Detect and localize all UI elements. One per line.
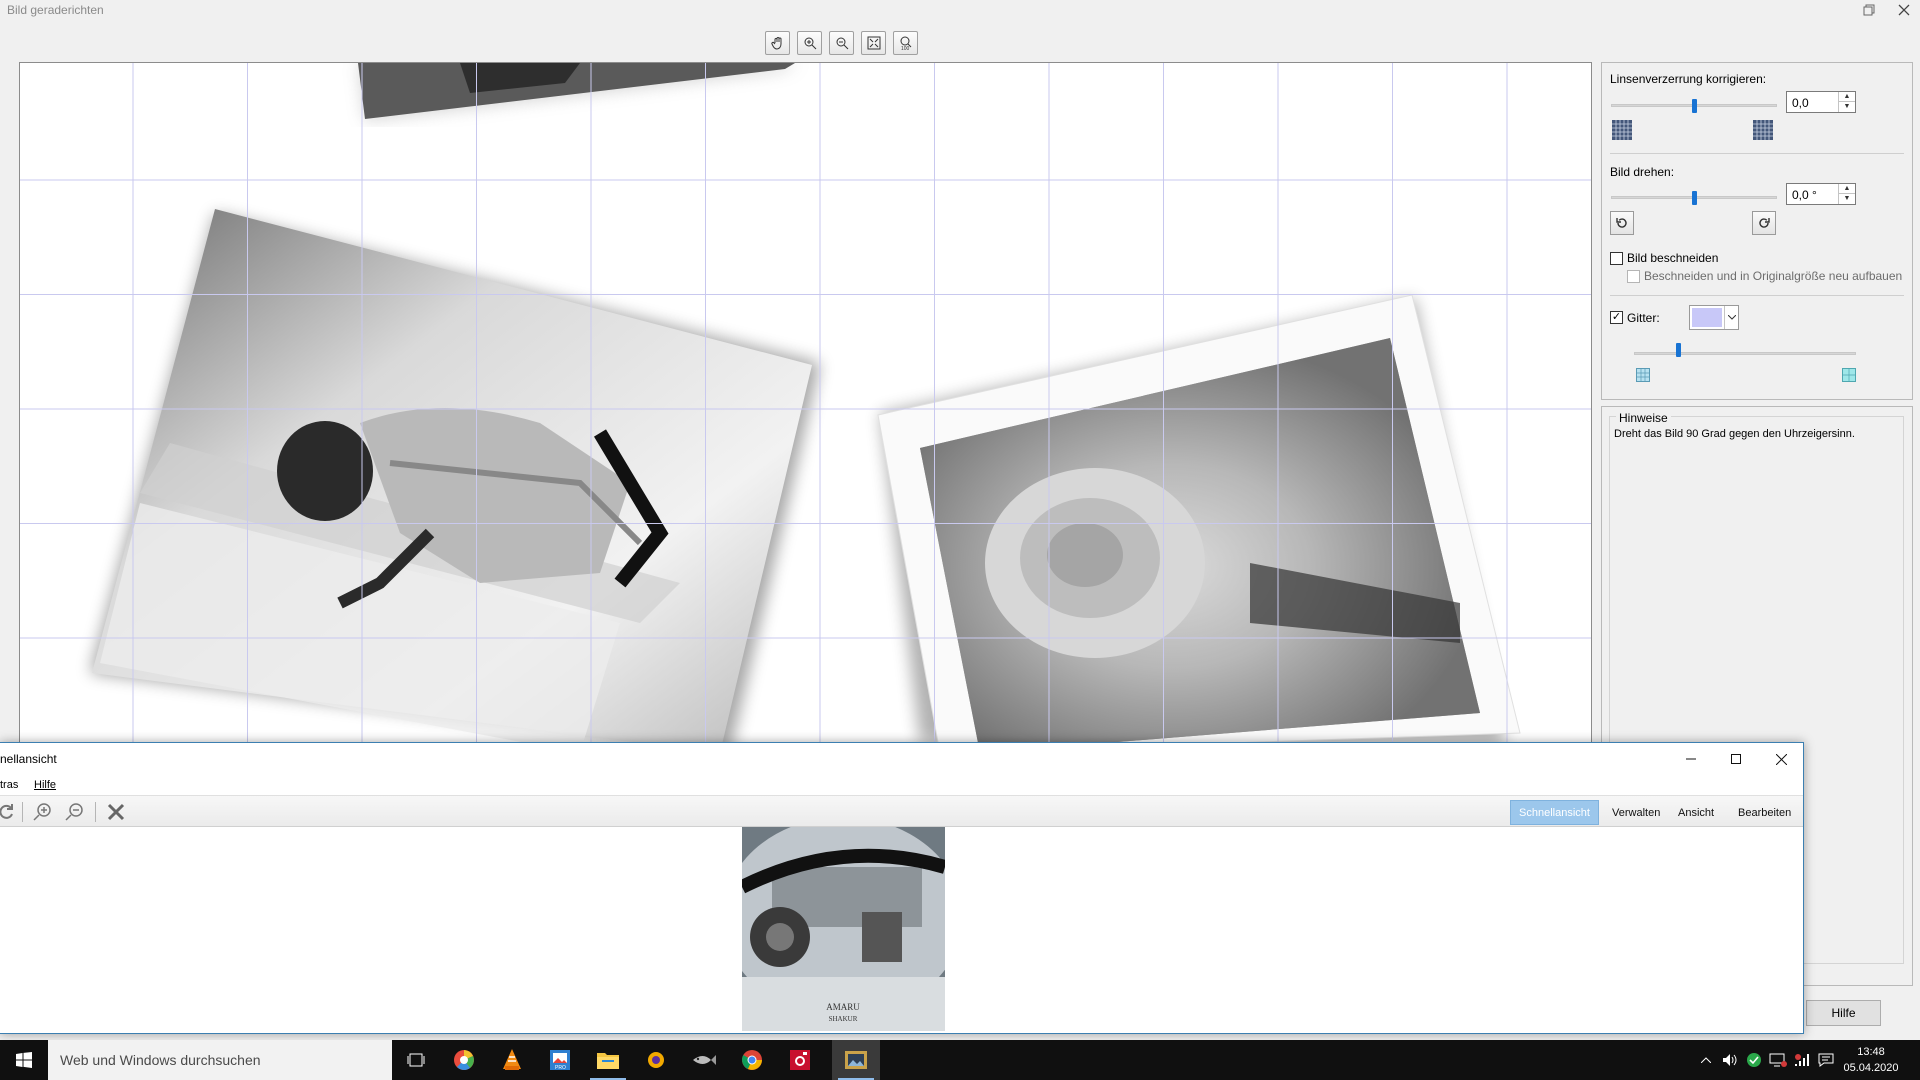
viewer-content: AMARU SHAKUR bbox=[0, 827, 1803, 1033]
menu-item-help[interactable]: Hilfe bbox=[34, 779, 56, 791]
spin-up-icon[interactable]: ▲ bbox=[1839, 92, 1855, 102]
grid-color-picker[interactable] bbox=[1689, 305, 1739, 330]
minimize-icon[interactable] bbox=[1668, 743, 1714, 775]
zoom-out-icon[interactable] bbox=[63, 801, 87, 823]
cover-logo-text: AMARU bbox=[826, 1002, 860, 1012]
viewer-title: nellansicht bbox=[0, 752, 57, 766]
rotate-label: Bild drehen: bbox=[1610, 165, 1675, 179]
spin-down-icon[interactable]: ▼ bbox=[1839, 194, 1855, 204]
preview-image[interactable]: AMARU SHAKUR bbox=[742, 827, 945, 1031]
photo-app-icon[interactable] bbox=[440, 1040, 488, 1080]
barrel-grid-icon[interactable] bbox=[1610, 118, 1634, 142]
grid-size-thumb[interactable] bbox=[1676, 343, 1682, 357]
restore-icon[interactable] bbox=[1858, 0, 1880, 20]
correction-panel: Linsenverzerrung korrigieren: 0,0 ▲ ▼ Bil… bbox=[1601, 62, 1913, 400]
grid-checkbox[interactable]: ✓ bbox=[1610, 311, 1623, 324]
lens-distortion-value: 0,0 bbox=[1792, 96, 1809, 110]
clock[interactable]: 13:48 05.04.2020 bbox=[1836, 1044, 1906, 1076]
rotate-value: 0,0 ° bbox=[1792, 188, 1817, 202]
svg-text:PRO: PRO bbox=[555, 1065, 566, 1071]
chevron-up-icon[interactable] bbox=[1694, 1040, 1718, 1080]
notifications-icon[interactable] bbox=[1814, 1040, 1838, 1080]
task-view-icon[interactable] bbox=[392, 1040, 440, 1080]
viewer-window: nellansicht tras Hilfe Schnellansicht Ve… bbox=[0, 742, 1804, 1034]
lens-distortion-label: Linsenverzerrung korrigieren: bbox=[1610, 72, 1767, 86]
image-canvas[interactable] bbox=[19, 62, 1592, 742]
delete-icon[interactable] bbox=[104, 801, 128, 823]
crop-label: Bild beschneiden bbox=[1627, 251, 1719, 265]
rotate-thumb[interactable] bbox=[1692, 191, 1697, 205]
grid-color-swatch bbox=[1692, 308, 1722, 327]
image-viewer-icon[interactable] bbox=[832, 1040, 880, 1080]
chrome-icon[interactable] bbox=[728, 1040, 776, 1080]
cover-logo-text: SHAKUR bbox=[829, 1015, 858, 1023]
separator bbox=[95, 802, 96, 822]
crop-checkbox[interactable] bbox=[1610, 252, 1623, 265]
close-icon[interactable] bbox=[1893, 0, 1915, 20]
crop-resize-label: Beschneiden und in Originalgröße neu auf… bbox=[1644, 269, 1903, 283]
rotate-spinner[interactable]: 0,0 ° ▲ ▼ bbox=[1786, 183, 1856, 205]
media-app-icon[interactable] bbox=[632, 1040, 680, 1080]
zoom-100-icon[interactable]: 100 bbox=[893, 31, 918, 55]
small-grid-icon bbox=[1636, 368, 1650, 382]
grid-size-slider[interactable] bbox=[1634, 352, 1856, 355]
zoom-toolbar: 100 bbox=[765, 31, 918, 55]
svg-text:100: 100 bbox=[901, 46, 910, 51]
viewer-titlebar: nellansicht bbox=[0, 743, 1803, 775]
large-grid-icon bbox=[1842, 368, 1856, 382]
zoom-out-icon[interactable] bbox=[829, 31, 854, 55]
separator bbox=[22, 802, 23, 822]
image-editor-icon[interactable]: PRO bbox=[536, 1040, 584, 1080]
fish-app-icon[interactable] bbox=[680, 1040, 728, 1080]
spin-up-icon[interactable]: ▲ bbox=[1839, 184, 1855, 194]
dialog-titlebar: Bild geraderichten bbox=[0, 0, 1920, 20]
rotate-left-icon[interactable] bbox=[1610, 211, 1634, 235]
maximize-icon[interactable] bbox=[1713, 743, 1759, 775]
fit-window-icon[interactable] bbox=[861, 31, 886, 55]
volume-icon[interactable] bbox=[1718, 1040, 1742, 1080]
pincushion-grid-icon[interactable] bbox=[1751, 118, 1775, 142]
separator bbox=[1610, 153, 1904, 154]
tab-edit[interactable]: Bearbeiten bbox=[1730, 800, 1799, 825]
photo-rose bbox=[877, 294, 1521, 742]
file-explorer-icon[interactable] bbox=[584, 1040, 632, 1080]
clock-time: 13:48 bbox=[1857, 1046, 1885, 1058]
camera-app-icon[interactable] bbox=[776, 1040, 824, 1080]
start-button[interactable] bbox=[0, 1040, 48, 1080]
tab-view[interactable]: Ansicht bbox=[1670, 800, 1722, 825]
viewer-menubar: tras Hilfe bbox=[0, 775, 1803, 795]
help-button[interactable]: Hilfe bbox=[1806, 1000, 1881, 1026]
viewer-toolbar: Schnellansicht Verwalten Ansicht Bearbei… bbox=[0, 795, 1803, 827]
signal-icon[interactable] bbox=[1790, 1040, 1814, 1080]
chevron-down-icon[interactable] bbox=[1724, 306, 1738, 329]
clock-date: 05.04.2020 bbox=[1843, 1062, 1899, 1074]
taskbar-search[interactable]: Web und Windows durchsuchen bbox=[48, 1040, 392, 1080]
separator bbox=[1610, 295, 1904, 296]
tab-manage[interactable]: Verwalten bbox=[1604, 800, 1668, 825]
vlc-icon[interactable] bbox=[488, 1040, 536, 1080]
close-icon[interactable] bbox=[1758, 743, 1804, 775]
crop-resize-checkbox[interactable] bbox=[1627, 270, 1640, 283]
zoom-in-icon[interactable] bbox=[797, 31, 822, 55]
spin-down-icon[interactable]: ▼ bbox=[1839, 102, 1855, 112]
dialog-title: Bild geraderichten bbox=[7, 3, 104, 17]
hints-title: Hinweise bbox=[1616, 411, 1671, 425]
network-icon[interactable] bbox=[1766, 1040, 1790, 1080]
photo-top bbox=[358, 63, 800, 121]
menu-item-extras[interactable]: tras bbox=[0, 779, 18, 791]
tab-quickview[interactable]: Schnellansicht bbox=[1510, 800, 1599, 825]
app: Bild geraderichten 100 Linsenverzerrung … bbox=[0, 0, 1920, 1080]
refresh-icon[interactable] bbox=[0, 801, 18, 823]
search-placeholder: Web und Windows durchsuchen bbox=[60, 1052, 261, 1068]
taskbar: Web und Windows durchsuchen PRO 13:48 05… bbox=[0, 1040, 1920, 1080]
rotate-right-icon[interactable] bbox=[1752, 211, 1776, 235]
hints-text: Dreht das Bild 90 Grad gegen den Uhrzeig… bbox=[1614, 428, 1855, 440]
photo-man bbox=[90, 209, 820, 742]
lens-distortion-thumb[interactable] bbox=[1692, 99, 1697, 113]
security-icon[interactable] bbox=[1742, 1040, 1766, 1080]
grid-label: Gitter: bbox=[1627, 311, 1660, 325]
lens-distortion-spinner[interactable]: 0,0 ▲ ▼ bbox=[1786, 91, 1856, 113]
hand-tool-icon[interactable] bbox=[765, 31, 790, 55]
zoom-in-icon[interactable] bbox=[31, 801, 55, 823]
